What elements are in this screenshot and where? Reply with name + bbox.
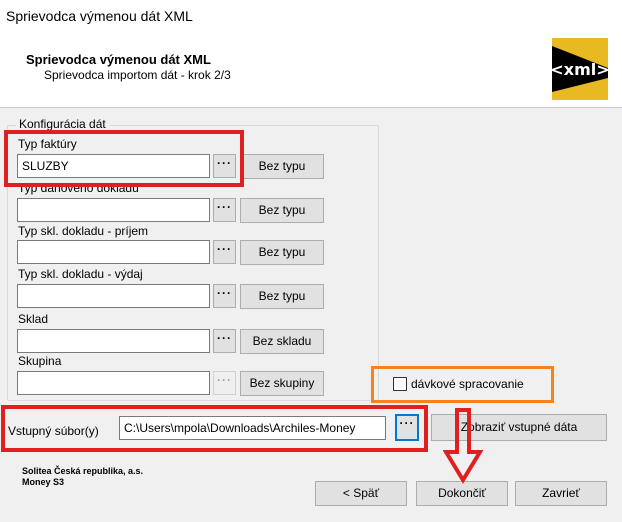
title-bar: Sprievodca výmenou dát XML bbox=[0, 0, 622, 32]
typ-danoveho-no-type-button[interactable]: Bez typu bbox=[240, 198, 324, 223]
typ-vydaj-label: Typ skl. dokladu - výdaj bbox=[18, 267, 143, 281]
skupina-browse-button[interactable]: ··· bbox=[213, 371, 236, 395]
typ-vydaj-browse-button[interactable]: ··· bbox=[213, 284, 236, 308]
typ-prijem-browse-button[interactable]: ··· bbox=[213, 240, 236, 264]
close-button[interactable]: Zavrieť bbox=[515, 481, 607, 506]
xml-logo-icon: <xml> bbox=[552, 38, 608, 100]
typ-prijem-no-type-button[interactable]: Bez typu bbox=[240, 240, 324, 265]
product-name: Money S3 bbox=[22, 477, 65, 487]
annotation-red-box-typ-faktury bbox=[4, 130, 244, 187]
typ-faktury-no-type-button[interactable]: Bez typu bbox=[240, 154, 324, 179]
sklad-label: Sklad bbox=[18, 312, 49, 326]
skupina-label: Skupina bbox=[18, 354, 62, 368]
sklad-input[interactable] bbox=[17, 329, 210, 353]
data-config-legend: Konfigurácia dát bbox=[16, 117, 109, 131]
wizard-header: Sprievodca výmenou dát XML Sprievodca im… bbox=[0, 32, 622, 108]
typ-danoveho-input[interactable] bbox=[17, 198, 210, 222]
finish-button[interactable]: Dokončiť bbox=[416, 481, 508, 506]
company-name: Solitea Česká republika, a.s. bbox=[22, 466, 144, 476]
sklad-browse-button[interactable]: ··· bbox=[213, 329, 236, 353]
annotation-orange-box-batch bbox=[371, 366, 554, 403]
skupina-input[interactable] bbox=[17, 371, 210, 395]
typ-prijem-input[interactable] bbox=[17, 240, 210, 264]
typ-danoveho-browse-button[interactable]: ··· bbox=[213, 198, 236, 222]
annotation-red-arrow-icon bbox=[442, 408, 484, 484]
wizard-title: Sprievodca výmenou dát XML bbox=[26, 52, 211, 67]
skupina-none-button[interactable]: Bez skupiny bbox=[240, 371, 324, 396]
typ-vydaj-no-type-button[interactable]: Bez typu bbox=[240, 284, 324, 309]
typ-prijem-label: Typ skl. dokladu - príjem bbox=[18, 224, 149, 238]
logo-text: <xml> bbox=[552, 60, 608, 79]
typ-vydaj-input[interactable] bbox=[17, 284, 210, 308]
wizard-subtitle: Sprievodca importom dát - krok 2/3 bbox=[44, 68, 231, 82]
back-button[interactable]: < Späť bbox=[315, 481, 407, 506]
annotation-red-box-input-file bbox=[1, 405, 428, 452]
sklad-none-button[interactable]: Bez skladu bbox=[240, 329, 324, 354]
window-title: Sprievodca výmenou dát XML bbox=[6, 8, 193, 24]
